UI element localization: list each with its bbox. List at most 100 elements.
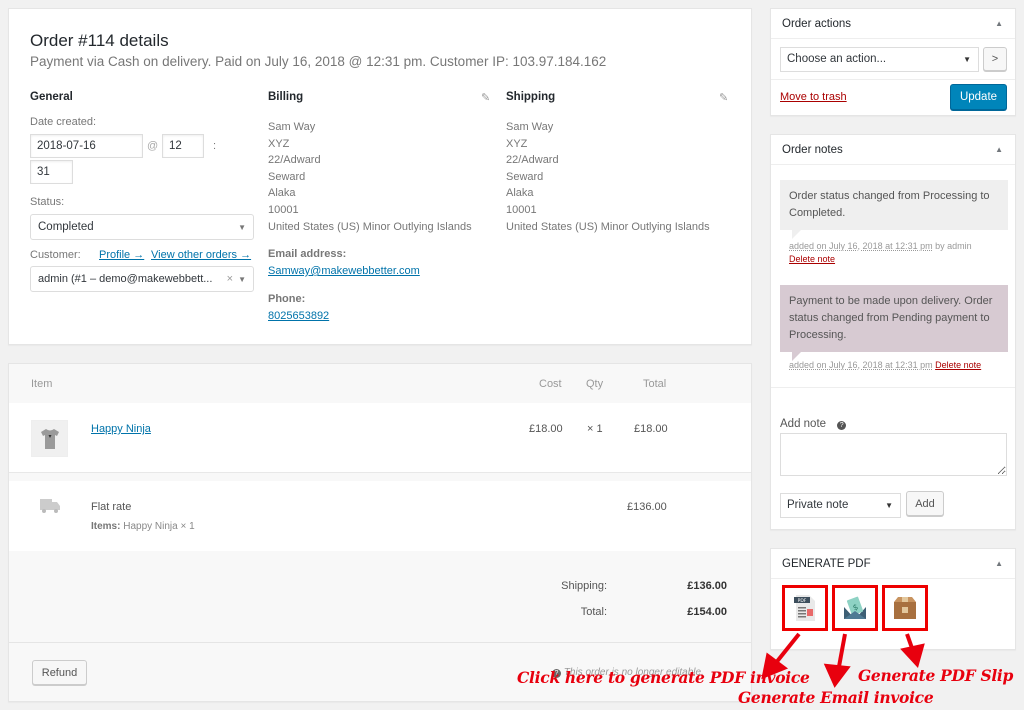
- shipping-heading: Shipping: [506, 91, 556, 103]
- generate-pdf-slip-button[interactable]: [882, 585, 928, 631]
- note-date: added on July 16, 2018 at 12:31 pm: [789, 241, 933, 251]
- hour-input[interactable]: [162, 134, 204, 158]
- shipping-address: Sam Way XYZ 22/Adward Seward Alaka 10001…: [506, 119, 710, 235]
- collapse-triangle-icon[interactable]: ▲: [995, 19, 1003, 28]
- note-type-select[interactable]: Private note ▼: [780, 493, 901, 518]
- generate-email-invoice-button[interactable]: $: [832, 585, 878, 631]
- billing-line: United States (US) Minor Outlying Island…: [268, 220, 472, 233]
- billing-line: XYZ: [268, 137, 290, 150]
- line-item-row: Happy Ninja £18.00 × 1 £18.00: [9, 403, 751, 473]
- items-label: Items:: [91, 521, 121, 532]
- package-box-icon: [894, 597, 916, 619]
- items-value: Happy Ninja × 1: [123, 521, 195, 532]
- column-header-total: Total: [643, 378, 667, 390]
- status-label: Status:: [30, 196, 65, 208]
- column-header-qty: Qty: [586, 378, 604, 390]
- generate-pdf-invoice-button[interactable]: PDF: [782, 585, 828, 631]
- update-button[interactable]: Update: [950, 84, 1007, 110]
- note-date: added on July 16, 2018 at 12:31 pm: [789, 360, 933, 370]
- customer-label: Customer:: [30, 249, 81, 261]
- help-icon[interactable]: ?: [837, 421, 847, 430]
- order-subtitle: Payment via Cash on delivery. Paid on Ju…: [30, 54, 607, 69]
- page-title: Order #114 details: [30, 31, 169, 50]
- email-money-icon: $: [844, 596, 866, 619]
- billing-heading: Billing: [268, 91, 304, 103]
- divider: [771, 387, 1015, 388]
- annotation-email-invoice: Generate Email invoice: [738, 688, 934, 707]
- status-value: Completed: [38, 221, 94, 233]
- move-to-trash-link[interactable]: Move to trash: [780, 91, 847, 103]
- order-data-panel: Order #114 details Payment via Cash on d…: [8, 8, 752, 345]
- arrowhead: [823, 663, 851, 688]
- profile-link[interactable]: Profile →: [99, 249, 144, 261]
- shipping-line: United States (US) Minor Outlying Island…: [506, 220, 710, 233]
- apply-action-button[interactable]: >: [983, 47, 1007, 71]
- billing-line: 22/Adward: [268, 154, 321, 167]
- edit-shipping-pencil-icon[interactable]: ✎: [719, 91, 728, 104]
- shipping-line: 22/Adward: [506, 154, 559, 167]
- shipping-total-value: £136.00: [687, 580, 727, 592]
- phone-link[interactable]: 8025653892: [268, 310, 329, 322]
- billing-line: 10001: [268, 203, 299, 216]
- order-notes-title: Order notes: [782, 144, 843, 156]
- delete-note-link[interactable]: Delete note: [935, 360, 981, 370]
- product-link[interactable]: Happy Ninja: [91, 423, 151, 435]
- item-cost: £18.00: [529, 423, 563, 435]
- billing-line: Sam Way: [268, 121, 316, 133]
- clear-icon[interactable]: ×: [227, 273, 233, 285]
- shipping-line: XYZ: [506, 137, 528, 150]
- shipping-line: Alaka: [506, 187, 534, 200]
- column-header-item: Item: [31, 378, 53, 390]
- order-total-value: £154.00: [687, 606, 727, 618]
- order-total-label: Total:: [580, 606, 607, 618]
- general-heading: General: [30, 91, 73, 103]
- delete-note-link[interactable]: Delete note: [789, 254, 835, 264]
- chevron-down-icon: ▼: [238, 275, 246, 284]
- edit-billing-pencil-icon[interactable]: ✎: [481, 91, 490, 104]
- shipping-method-name: Flat rate: [91, 501, 132, 513]
- add-note-textarea[interactable]: [780, 433, 1007, 476]
- generate-pdf-box: GENERATE PDF ▲ PDF $: [770, 548, 1016, 650]
- customer-select[interactable]: admin (#1 – demo@makewebbett... × ▼: [30, 266, 254, 292]
- status-select[interactable]: Completed ▼: [30, 214, 254, 240]
- truck-icon: [40, 499, 60, 513]
- note-text: Payment to be made upon delivery. Order …: [789, 295, 993, 341]
- chevron-down-icon: ▼: [885, 501, 893, 510]
- add-note-button[interactable]: Add: [906, 491, 944, 516]
- annotation-pdf-invoice: Click here to generate PDF invoice: [517, 668, 810, 687]
- billing-address: Sam Way XYZ 22/Adward Seward Alaka 10001…: [268, 119, 472, 235]
- phone-label: Phone:: [268, 293, 306, 305]
- collapse-triangle-icon[interactable]: ▲: [995, 145, 1003, 154]
- column-header-cost: Cost: [539, 378, 562, 390]
- order-action-select[interactable]: Choose an action... ▼: [780, 47, 979, 72]
- date-created-input[interactable]: [30, 134, 143, 158]
- order-actions-box: Order actions ▲ Choose an action... ▼ > …: [770, 8, 1016, 116]
- add-note-label-text: Add note: [780, 418, 827, 430]
- generate-pdf-header[interactable]: GENERATE PDF ▲: [771, 549, 1015, 579]
- order-actions-header[interactable]: Order actions ▲: [771, 9, 1015, 39]
- shipping-line: 10001: [506, 203, 537, 216]
- item-total: £18.00: [634, 423, 668, 435]
- at-sign: @: [147, 140, 159, 152]
- tshirt-icon: [40, 428, 59, 449]
- product-thumbnail: [31, 420, 68, 457]
- email-link[interactable]: Samway@makewebbetter.com: [268, 265, 420, 277]
- billing-line: Alaka: [268, 187, 296, 200]
- svg-text:PDF: PDF: [798, 598, 807, 604]
- chevron-down-icon: ▼: [238, 223, 246, 232]
- view-other-orders-link[interactable]: View other orders →: [151, 249, 251, 261]
- shipping-line: Seward: [506, 170, 544, 183]
- time-colon: :: [213, 140, 217, 152]
- collapse-triangle-icon[interactable]: ▲: [995, 559, 1003, 568]
- note-text: Order status changed from Processing to …: [789, 190, 990, 219]
- date-created-label: Date created:: [30, 116, 97, 128]
- minute-input[interactable]: [30, 160, 73, 184]
- order-note: Payment to be made upon delivery. Order …: [780, 285, 1008, 361]
- generate-pdf-title: GENERATE PDF: [782, 558, 871, 570]
- customer-value: admin (#1 – demo@makewebbett...: [38, 273, 213, 285]
- note-type-value: Private note: [787, 499, 849, 511]
- order-notes-header[interactable]: Order notes ▲: [771, 135, 1015, 165]
- refund-button[interactable]: Refund: [32, 660, 87, 685]
- item-qty: × 1: [587, 423, 603, 435]
- order-notes-box: Order notes ▲ Order status changed from …: [770, 134, 1016, 530]
